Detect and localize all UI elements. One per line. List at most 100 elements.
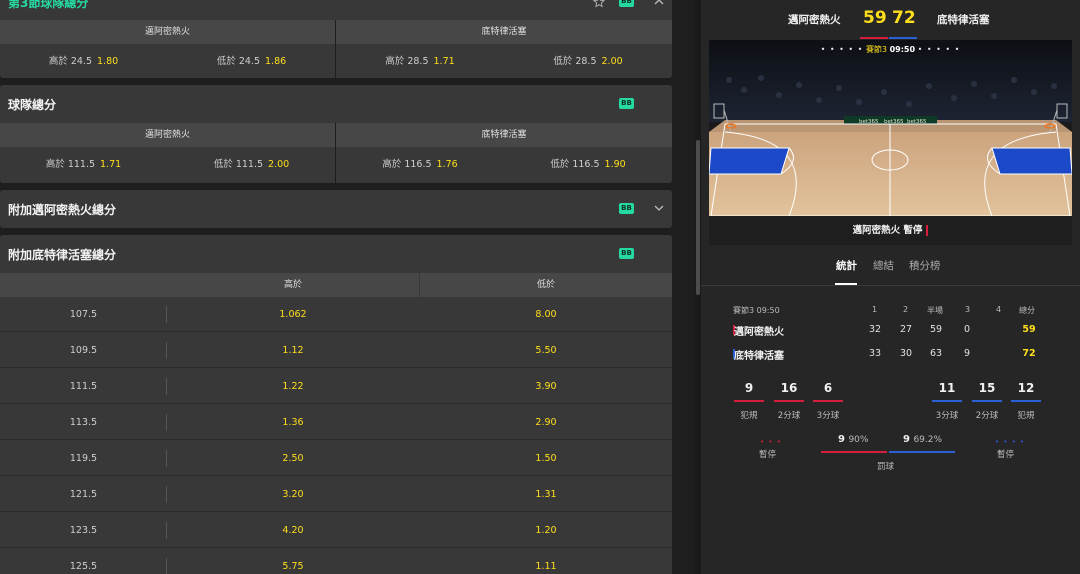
tab-standings[interactable]: 積分榜 (909, 258, 941, 273)
away-2pt: 15 (978, 381, 996, 395)
market-title: 附加底特律活塞總分 (8, 248, 117, 262)
odds-label: 低於 28.5 (553, 56, 597, 67)
odds-cell[interactable]: 高於 24.5 1.80 (0, 44, 167, 78)
away-team-name: 底特律活塞 (937, 14, 990, 26)
home-color-bar (860, 37, 888, 39)
market-header[interactable]: 第3節球隊總分 BB (0, 0, 672, 20)
odds-cell[interactable]: 高於 28.5 1.71 (336, 44, 504, 78)
game-event-bar: 邁阿密熱火 暫停 (709, 216, 1072, 245)
scrollbar-thumb[interactable] (696, 140, 700, 295)
table-row: 111.5 1.22 3.90 (0, 369, 672, 404)
star-icon[interactable] (593, 0, 605, 8)
column-header-away: 底特律活塞 (336, 123, 672, 147)
over-odds[interactable]: 5.75 (167, 549, 419, 574)
market-header[interactable]: 球隊總分 BB (0, 85, 672, 123)
odds-value: 1.80 (97, 56, 119, 67)
table-row: 113.5 1.36 2.90 (0, 405, 672, 440)
under-odds[interactable]: 8.00 (420, 297, 672, 332)
column-header-over: 高於 (167, 273, 419, 297)
odds-value: 1.90 (604, 159, 626, 170)
over-odds[interactable]: 2.50 (167, 441, 419, 476)
market-title: 附加邁阿密熱火總分 (8, 203, 117, 217)
home-timeout-dots: • • • • • (820, 45, 864, 54)
market-title: 第3節球隊總分 (8, 0, 89, 10)
odds-cell[interactable]: 高於 111.5 1.71 (0, 147, 167, 183)
stats-header-half: 半場 (927, 306, 943, 315)
odds-value: 1.71 (433, 56, 455, 67)
market-card-q3-team-total: 第3節球隊總分 BB 邁阿密熱火 底特律活塞 高於 24.5 1.80 低於 24… (0, 0, 672, 78)
under-odds[interactable]: 1.20 (420, 513, 672, 548)
odds-cell[interactable]: 低於 24.5 1.86 (168, 44, 335, 78)
odds-cell[interactable]: 高於 116.5 1.76 (336, 147, 504, 183)
market-header[interactable]: 附加邁阿密熱火總分 BB (0, 190, 672, 228)
odds-value: 1.86 (265, 56, 287, 67)
column-header-away: 底特律活塞 (336, 20, 672, 44)
bet-builder-badge: BB (619, 0, 634, 7)
stats-home-q3: 0 (963, 324, 971, 335)
odds-label: 高於 116.5 (382, 159, 432, 170)
over-odds[interactable]: 4.20 (167, 513, 419, 548)
odds-cell[interactable]: 低於 111.5 2.00 (168, 147, 335, 183)
under-odds[interactable]: 2.90 (420, 405, 672, 440)
tab-stats[interactable]: 統計 (836, 258, 857, 273)
stats-home-total: 59 (1022, 324, 1036, 335)
odds-label: 低於 116.5 (550, 159, 600, 170)
away-timeout-dots: • • • • • (917, 45, 961, 54)
line-value: 111.5 (69, 381, 98, 392)
label-home-2pt: 2分球 (777, 411, 801, 421)
market-card-team-total: 球隊總分 BB 邁阿密熱火 底特律活塞 高於 111.5 1.71 低於 111.… (0, 85, 672, 183)
table-row: 109.5 1.12 5.50 (0, 333, 672, 368)
home-2pt: 16 (780, 381, 798, 395)
label-home-timeouts: 暫停 (759, 450, 777, 460)
stats-home-q1: 32 (868, 324, 882, 335)
stats-away-q1: 33 (868, 348, 882, 359)
market-header[interactable]: 附加底特律活塞總分 BB (0, 235, 672, 273)
odds-value: 1.71 (100, 159, 122, 170)
column-header-under: 低於 (420, 273, 672, 297)
over-odds[interactable]: 1.22 (167, 369, 419, 404)
over-odds[interactable]: 1.36 (167, 405, 419, 440)
odds-cell[interactable]: 低於 28.5 2.00 (504, 44, 672, 78)
stats-away-name: 底特律活塞 (734, 351, 784, 362)
market-card-alt-heat-total[interactable]: 附加邁阿密熱火總分 BB (0, 190, 672, 228)
under-odds[interactable]: 1.50 (420, 441, 672, 476)
chevron-up-icon[interactable] (653, 0, 665, 8)
label-free-throws: 罰球 (877, 462, 895, 472)
stats-header-q4: 4 (996, 305, 1002, 314)
home-ft-bar (821, 451, 887, 453)
under-odds[interactable]: 3.90 (420, 369, 672, 404)
arena-background: bet365 bet365 bet365 (709, 40, 1072, 216)
stats-home-name: 邁阿密熱火 (734, 327, 784, 338)
label-away-fouls: 犯規 (1017, 411, 1035, 421)
bet-builder-badge: BB (619, 98, 634, 109)
under-odds[interactable]: 1.31 (420, 477, 672, 512)
home-ft-count: 9 (838, 434, 845, 445)
away-color-bar (889, 37, 917, 39)
table-row: 121.5 3.20 1.31 (0, 477, 672, 512)
home-timeouts-dots: • • • (760, 438, 782, 446)
line-value: 113.5 (69, 417, 98, 428)
odds-value: 1.76 (436, 159, 458, 170)
stats-period-clock: 賽節3 09:50 (733, 306, 780, 315)
team-marker (926, 225, 929, 236)
match-tracker-panel: 邁阿密熱火 59 72 底特律活塞 bet365 bet365 bet365 •… (701, 0, 1080, 574)
chevron-down-icon[interactable] (653, 202, 665, 214)
over-odds[interactable]: 1.12 (167, 333, 419, 368)
table-row: 107.5 1.062 8.00 (0, 297, 672, 332)
home-fouls: 9 (744, 381, 754, 395)
odds-label: 低於 24.5 (216, 56, 261, 67)
court-visual: bet365 bet365 bet365 • • • • • 賽節3 09:50… (709, 40, 1072, 245)
odds-cell[interactable]: 低於 116.5 1.90 (504, 147, 672, 183)
under-odds[interactable]: 1.11 (420, 549, 672, 574)
bet-builder-badge: BB (619, 203, 634, 214)
under-odds[interactable]: 5.50 (420, 333, 672, 368)
over-odds[interactable]: 3.20 (167, 477, 419, 512)
stats-away-q3: 9 (963, 348, 971, 359)
stats-away-q2: 30 (899, 348, 913, 359)
home-3pt: 6 (823, 381, 833, 395)
game-clock: 09:50 (889, 45, 916, 54)
line-value: 123.5 (69, 525, 98, 536)
tab-summary[interactable]: 總結 (873, 258, 894, 273)
table-row: 123.5 4.20 1.20 (0, 513, 672, 548)
over-odds[interactable]: 1.062 (167, 297, 419, 332)
